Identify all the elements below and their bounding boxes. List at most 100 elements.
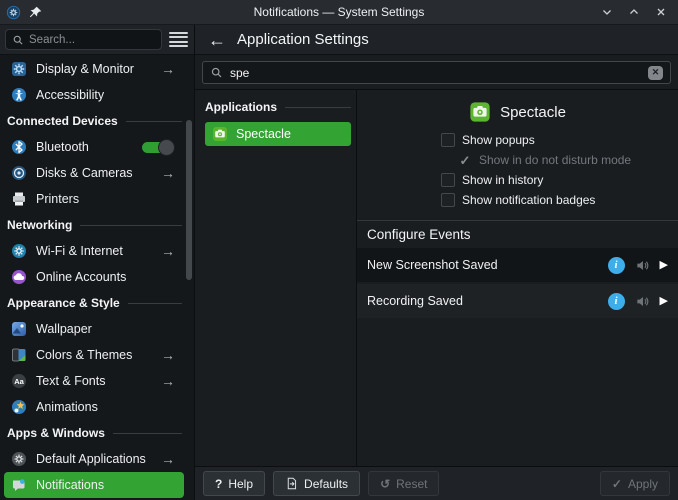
spectacle-icon [469,101,491,123]
display-monitor-icon [11,61,27,77]
checkbox-show-in-history[interactable]: Show in history [357,170,678,190]
titlebar-left [0,5,43,20]
sidebar: Search... Display & Monitor→Accessibilit… [0,25,195,500]
wifi-internet-icon [11,243,27,259]
disks-cameras-icon [11,165,27,181]
spectacle-icon [212,126,228,142]
accessibility-icon [11,87,27,103]
sidebar-item-online-accounts[interactable]: Online Accounts [4,264,184,290]
back-arrow-icon[interactable]: ← [208,31,226,49]
window-controls [601,6,678,18]
colors-themes-icon [11,347,27,363]
sidebar-header: Search... [0,25,194,55]
sidebar-item-bluetooth[interactable]: Bluetooth [4,134,184,160]
default-applications-icon [11,451,27,467]
page-header: ← Application Settings [195,25,678,55]
defaults-icon [285,477,298,490]
application-item-spectacle[interactable]: Spectacle [205,122,351,146]
notifications-icon [11,477,27,493]
sidebar-item-accessibility[interactable]: Accessibility [4,82,184,108]
sidebar-item-default-applications[interactable]: Default Applications→ [4,446,184,472]
app-title: Spectacle [357,97,678,127]
pin-icon[interactable] [28,5,43,20]
applications-list: Spectacle [205,122,351,146]
checkbox-box[interactable] [441,133,455,147]
online-accounts-icon [11,269,27,285]
notification-options: Show popups✓Show in do not disturb modeS… [357,130,678,210]
svg-text:Aa: Aa [14,377,24,386]
info-icon[interactable]: i [608,257,625,274]
forward-arrow-icon: → [161,348,175,362]
events-list: New Screenshot Savedi▶Recording Savedi▶ [357,248,678,320]
menu-icon[interactable] [169,32,188,48]
forward-arrow-icon: → [161,62,175,76]
clear-search-icon[interactable]: ✕ [648,66,663,80]
sidebar-section-appearance-and-style: Appearance & Style [4,290,184,316]
app-title-label: Spectacle [500,104,566,121]
speaker-icon[interactable] [635,258,650,273]
content-area: spe ✕ Applications Spectacle [195,55,678,466]
titlebar: Notifications — System Settings [0,0,678,25]
apply-button[interactable]: ✓ Apply [600,471,670,496]
checkbox-show-notification-badges[interactable]: Show notification badges [357,190,678,210]
page-title: Application Settings [237,31,369,48]
printer-icon [11,191,27,207]
sidebar-item-colors-and-themes[interactable]: Colors & Themes→ [4,342,184,368]
search-icon [12,34,24,46]
checkbox-show-popups[interactable]: Show popups [357,130,678,150]
sidebar-item-printers[interactable]: Printers [4,186,184,212]
info-icon[interactable]: i [608,293,625,310]
main-panel: ← Application Settings spe ✕ [195,25,678,500]
search-icon [210,66,223,79]
reset-icon: ↺ [380,478,390,490]
defaults-button[interactable]: Defaults [273,471,360,496]
help-icon: ? [215,478,222,490]
sidebar-item-wi-fi-and-internet[interactable]: Wi-Fi & Internet→ [4,238,184,264]
applications-header: Applications [205,97,351,117]
app-filter-search-input[interactable]: spe ✕ [202,61,671,84]
bluetooth-icon [11,139,27,155]
sidebar-scrollbar[interactable] [186,120,192,280]
close-icon[interactable] [655,6,667,18]
configure-events-header: Configure Events [357,221,678,248]
button-bar: ? Help Defaults ↺ Reset ✓ Apply [195,466,678,500]
sidebar-search-placeholder: Search... [29,34,75,46]
forward-arrow-icon: → [161,374,175,388]
expand-arrow-icon[interactable]: ▶ [660,260,668,271]
checkbox-show-in-do-not-disturb-mode: ✓Show in do not disturb mode [357,150,678,170]
system-settings-app-icon [6,5,21,20]
window-title: Notifications — System Settings [0,5,678,19]
sidebar-item-animations[interactable]: Animations [4,394,184,420]
system-settings-window: Notifications — System Settings Search..… [0,0,678,500]
forward-arrow-icon: → [161,244,175,258]
sidebar-list: Display & Monitor→AccessibilityConnected… [0,55,194,500]
forward-arrow-icon: → [161,166,175,180]
minimize-icon[interactable] [601,6,613,18]
checkbox-box[interactable] [441,173,455,187]
check-mark-icon: ✓ [458,154,472,167]
sidebar-item-display-and-monitor[interactable]: Display & Monitor→ [4,56,184,82]
reset-button[interactable]: ↺ Reset [368,471,439,496]
sidebar-item-wallpaper[interactable]: Wallpaper [4,316,184,342]
apply-check-icon: ✓ [612,478,622,490]
checkbox-box[interactable] [441,193,455,207]
sidebar-item-notifications[interactable]: Notifications [4,472,184,498]
animations-icon [11,399,27,415]
event-row-recording-saved[interactable]: Recording Savedi▶ [357,284,678,318]
sidebar-item-disks-and-cameras[interactable]: Disks & Cameras→ [4,160,184,186]
forward-arrow-icon: → [161,452,175,466]
help-button[interactable]: ? Help [203,471,265,496]
speaker-icon[interactable] [635,294,650,309]
expand-arrow-icon[interactable]: ▶ [660,296,668,307]
app-settings-panel: Spectacle Show popups✓Show in do not dis… [357,90,678,466]
bluetooth-toggle[interactable] [142,139,175,156]
event-row-new-screenshot-saved[interactable]: New Screenshot Savedi▶ [357,248,678,282]
wallpaper-icon [11,321,27,337]
maximize-icon[interactable] [628,6,640,18]
sidebar-section-apps-and-windows: Apps & Windows [4,420,184,446]
sidebar-item-text-and-fonts[interactable]: AaText & Fonts→ [4,368,184,394]
sidebar-section-connected-devices: Connected Devices [4,108,184,134]
search-value: spe [230,66,249,80]
sidebar-search-input[interactable]: Search... [5,29,162,50]
applications-panel: Applications Spectacle [195,90,357,466]
